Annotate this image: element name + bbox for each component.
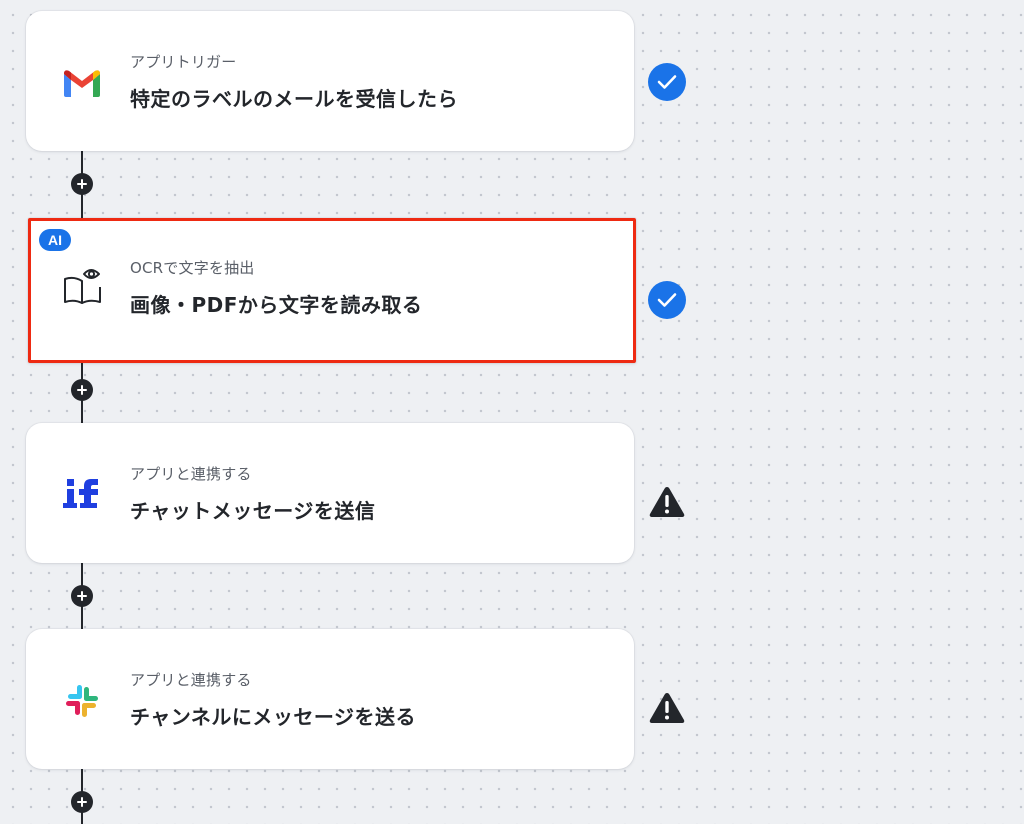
ai-badge: AI xyxy=(39,229,71,251)
flow-step-card-ocr[interactable]: AI OCRで文字を抽出 画像・PDFから文字を読み取る xyxy=(28,218,636,363)
if-app-icon xyxy=(60,473,104,517)
add-step-button[interactable] xyxy=(71,173,93,195)
step-subtitle: OCRで文字を抽出 xyxy=(130,259,255,277)
warning-icon xyxy=(648,689,686,727)
check-circle-icon xyxy=(648,63,686,101)
book-eye-icon xyxy=(61,265,105,309)
step-title: 画像・PDFから文字を読み取る xyxy=(130,293,423,317)
step-subtitle: アプリと連携する xyxy=(130,465,252,483)
step-title: チャンネルにメッセージを送る xyxy=(130,705,416,729)
flow-step-card-slack[interactable]: アプリと連携する チャンネルにメッセージを送る xyxy=(26,629,634,769)
add-step-button[interactable] xyxy=(71,585,93,607)
step-subtitle: アプリと連携する xyxy=(130,671,252,689)
step-title: 特定のラベルのメールを受信したら xyxy=(130,87,458,111)
step-title: チャットメッセージを送信 xyxy=(130,499,376,523)
slack-icon xyxy=(60,679,104,723)
add-step-button[interactable] xyxy=(71,791,93,813)
add-step-button[interactable] xyxy=(71,379,93,401)
check-circle-icon xyxy=(648,281,686,319)
flow-step-card-trigger[interactable]: アプリトリガー 特定のラベルのメールを受信したら xyxy=(26,11,634,151)
step-subtitle: アプリトリガー xyxy=(130,53,237,71)
warning-icon xyxy=(648,483,686,521)
gmail-icon xyxy=(60,61,104,105)
flow-step-card-chat[interactable]: アプリと連携する チャットメッセージを送信 xyxy=(26,423,634,563)
